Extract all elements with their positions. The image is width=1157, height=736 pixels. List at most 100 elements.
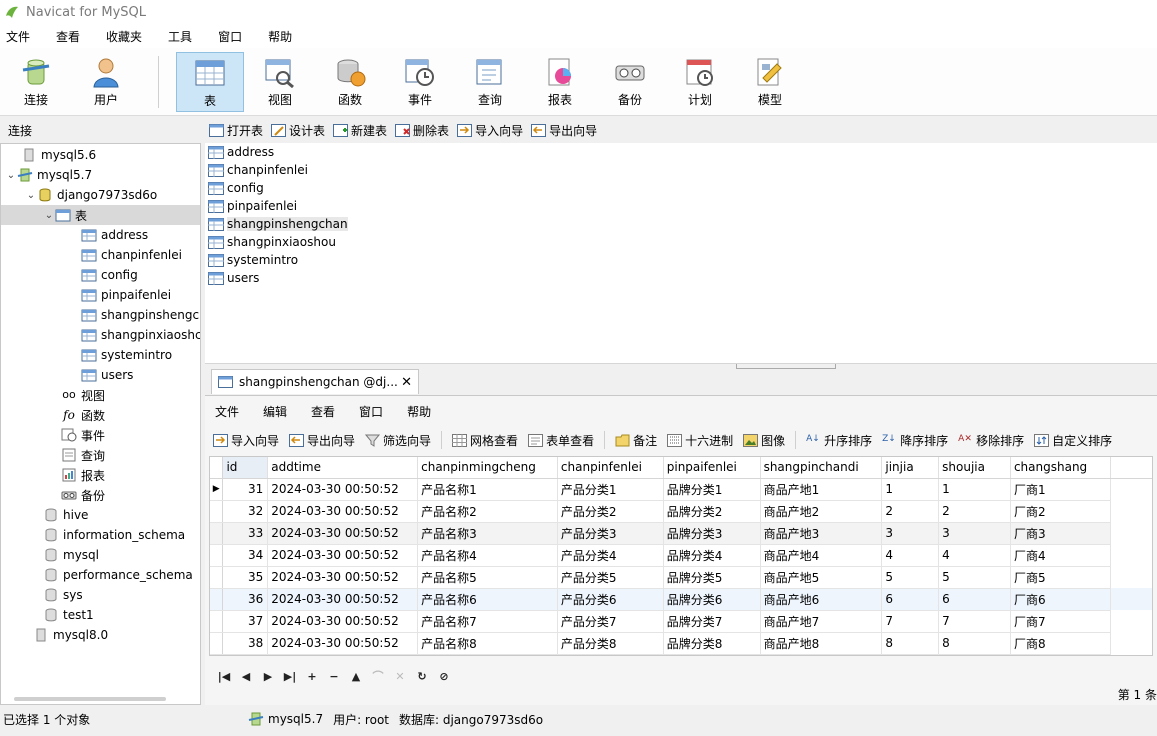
stop-icon[interactable]: ⊘	[433, 670, 455, 683]
cell[interactable]: 品牌分类7	[663, 610, 761, 633]
menu-view[interactable]: 查看	[50, 28, 86, 45]
import-wizard-button[interactable]: 导入向导	[457, 122, 523, 139]
cell[interactable]: 38	[222, 632, 269, 655]
cell[interactable]: 6	[881, 588, 940, 611]
cell[interactable]: 商品产地3	[760, 522, 883, 545]
expand-toggle-icon[interactable]: ⌄	[43, 210, 55, 221]
backup-button[interactable]: 备份	[596, 52, 664, 112]
cell[interactable]: 产品分类6	[557, 588, 664, 611]
cell[interactable]: 产品分类8	[557, 632, 664, 655]
object-list-item[interactable]: config	[205, 179, 1157, 197]
function-button[interactable]: 函数	[316, 52, 384, 112]
table-row[interactable]: 36 2024-03-30 00:50:52 产品名称6 产品分类6 品牌分类6…	[210, 588, 1152, 611]
cell[interactable]: 5	[938, 566, 1011, 589]
refresh-icon[interactable]: ↻	[411, 670, 433, 683]
column-header[interactable]: addtime	[267, 457, 419, 479]
menu-file[interactable]: 文件	[0, 28, 36, 45]
cell[interactable]: 品牌分类4	[663, 544, 761, 567]
cell[interactable]: 7	[938, 610, 1011, 633]
cancel-icon[interactable]: ✕	[389, 670, 411, 683]
table-row[interactable]: 35 2024-03-30 00:50:52 产品名称5 产品分类5 品牌分类5…	[210, 566, 1152, 589]
tree-folder-reports[interactable]: 报表	[61, 465, 105, 485]
cell[interactable]: 产品分类1	[557, 478, 664, 501]
grid-view-button[interactable]: 网格查看	[452, 432, 518, 449]
tab-table-data[interactable]: shangpinshengchan @dj... ✕	[211, 369, 419, 394]
cell[interactable]: 厂商4	[1010, 544, 1111, 567]
open-table-button[interactable]: 打开表	[209, 122, 263, 139]
tree-folder-backups[interactable]: 备份	[61, 485, 105, 505]
table-button[interactable]: 表	[176, 52, 244, 112]
connection-button[interactable]: 连接	[2, 52, 70, 112]
column-header[interactable]: shoujia	[938, 457, 1011, 479]
cell[interactable]: 7	[881, 610, 940, 633]
cell[interactable]: 产品分类5	[557, 566, 664, 589]
tree-conn-mysql56[interactable]: mysql5.6	[9, 145, 96, 165]
cell[interactable]: 2024-03-30 00:50:52	[267, 632, 419, 655]
form-view-button[interactable]: 表单查看	[528, 432, 594, 449]
tree-table-item[interactable]: shangpinxiaoshc	[81, 325, 200, 345]
import-wizard-button[interactable]: 导入向导	[213, 432, 279, 449]
object-list-item[interactable]: address	[205, 143, 1157, 161]
cell[interactable]: 36	[222, 588, 269, 611]
query-button[interactable]: 查询	[456, 52, 524, 112]
cell[interactable]: 厂商8	[1010, 632, 1111, 655]
tree-db-item[interactable]: sys	[43, 585, 83, 605]
cell[interactable]: 品牌分类6	[663, 588, 761, 611]
previous-record-icon[interactable]: ◀	[235, 670, 257, 683]
cell[interactable]: 产品名称8	[417, 632, 558, 655]
data-menu-view[interactable]: 查看	[311, 403, 335, 420]
tree-folder-views[interactable]: oo 视图	[61, 385, 105, 405]
cell[interactable]: 厂商6	[1010, 588, 1111, 611]
cell[interactable]: 2	[938, 500, 1011, 523]
remove-sort-button[interactable]: A✕ 移除排序	[958, 432, 1024, 449]
cell[interactable]: 4	[938, 544, 1011, 567]
first-record-icon[interactable]: |◀	[213, 670, 235, 683]
cell[interactable]: 产品名称4	[417, 544, 558, 567]
tree-table-item[interactable]: config	[81, 265, 138, 285]
cell[interactable]: 8	[881, 632, 940, 655]
cell[interactable]: 33	[222, 522, 269, 545]
image-button[interactable]: 图像	[743, 432, 785, 449]
table-row[interactable]: 33 2024-03-30 00:50:52 产品名称3 产品分类3 品牌分类3…	[210, 522, 1152, 545]
cell[interactable]: 商品产地6	[760, 588, 883, 611]
event-button[interactable]: 事件	[386, 52, 454, 112]
memo-button[interactable]: 备注	[615, 432, 657, 449]
cell[interactable]: 6	[938, 588, 1011, 611]
schedule-button[interactable]: 计划	[666, 52, 734, 112]
tree-db-item[interactable]: information_schema	[43, 525, 185, 545]
cell[interactable]: 3	[938, 522, 1011, 545]
tree-db-item[interactable]: test1	[43, 605, 94, 625]
cell[interactable]: 品牌分类1	[663, 478, 761, 501]
table-row[interactable]: 38 2024-03-30 00:50:52 产品名称8 产品分类8 品牌分类8…	[210, 632, 1152, 655]
custom-sort-button[interactable]: 自定义排序	[1034, 432, 1112, 449]
delete-record-icon[interactable]: −	[323, 670, 345, 683]
cell[interactable]: 产品名称7	[417, 610, 558, 633]
export-wizard-button[interactable]: 导出向导	[531, 122, 597, 139]
tree-db-item[interactable]: hive	[43, 505, 88, 525]
hex-button[interactable]: 十六进制	[667, 432, 733, 449]
cell[interactable]: 厂商1	[1010, 478, 1111, 501]
table-row[interactable]: 34 2024-03-30 00:50:52 产品名称4 产品分类4 品牌分类4…	[210, 544, 1152, 567]
cell[interactable]: 厂商5	[1010, 566, 1111, 589]
object-list-item[interactable]: users	[205, 269, 1157, 287]
data-menu-edit[interactable]: 编辑	[263, 403, 287, 420]
data-grid[interactable]: id addtime chanpinmingcheng chanpinfenle…	[209, 456, 1153, 656]
model-button[interactable]: 模型	[736, 52, 804, 112]
tree-folder-events[interactable]: 事件	[61, 425, 105, 445]
cell[interactable]: 2024-03-30 00:50:52	[267, 500, 419, 523]
cell[interactable]: 2024-03-30 00:50:52	[267, 478, 419, 501]
menu-favorites[interactable]: 收藏夹	[100, 28, 148, 45]
table-row[interactable]: 37 2024-03-30 00:50:52 产品名称7 产品分类7 品牌分类7…	[210, 610, 1152, 633]
column-header[interactable]: chanpinfenlei	[557, 457, 664, 479]
table-row[interactable]: 32 2024-03-30 00:50:52 产品名称2 产品分类2 品牌分类2…	[210, 500, 1152, 523]
cell[interactable]: 8	[938, 632, 1011, 655]
close-icon[interactable]: ✕	[401, 375, 412, 390]
new-table-button[interactable]: 新建表	[333, 122, 387, 139]
cell[interactable]: 31	[222, 478, 269, 501]
cell[interactable]: 厂商7	[1010, 610, 1111, 633]
data-menu-file[interactable]: 文件	[215, 403, 239, 420]
cell[interactable]: 产品名称5	[417, 566, 558, 589]
cell[interactable]: 品牌分类2	[663, 500, 761, 523]
sort-descending-button[interactable]: Z↓ 降序排序	[882, 432, 948, 449]
cell[interactable]: 商品产地2	[760, 500, 883, 523]
